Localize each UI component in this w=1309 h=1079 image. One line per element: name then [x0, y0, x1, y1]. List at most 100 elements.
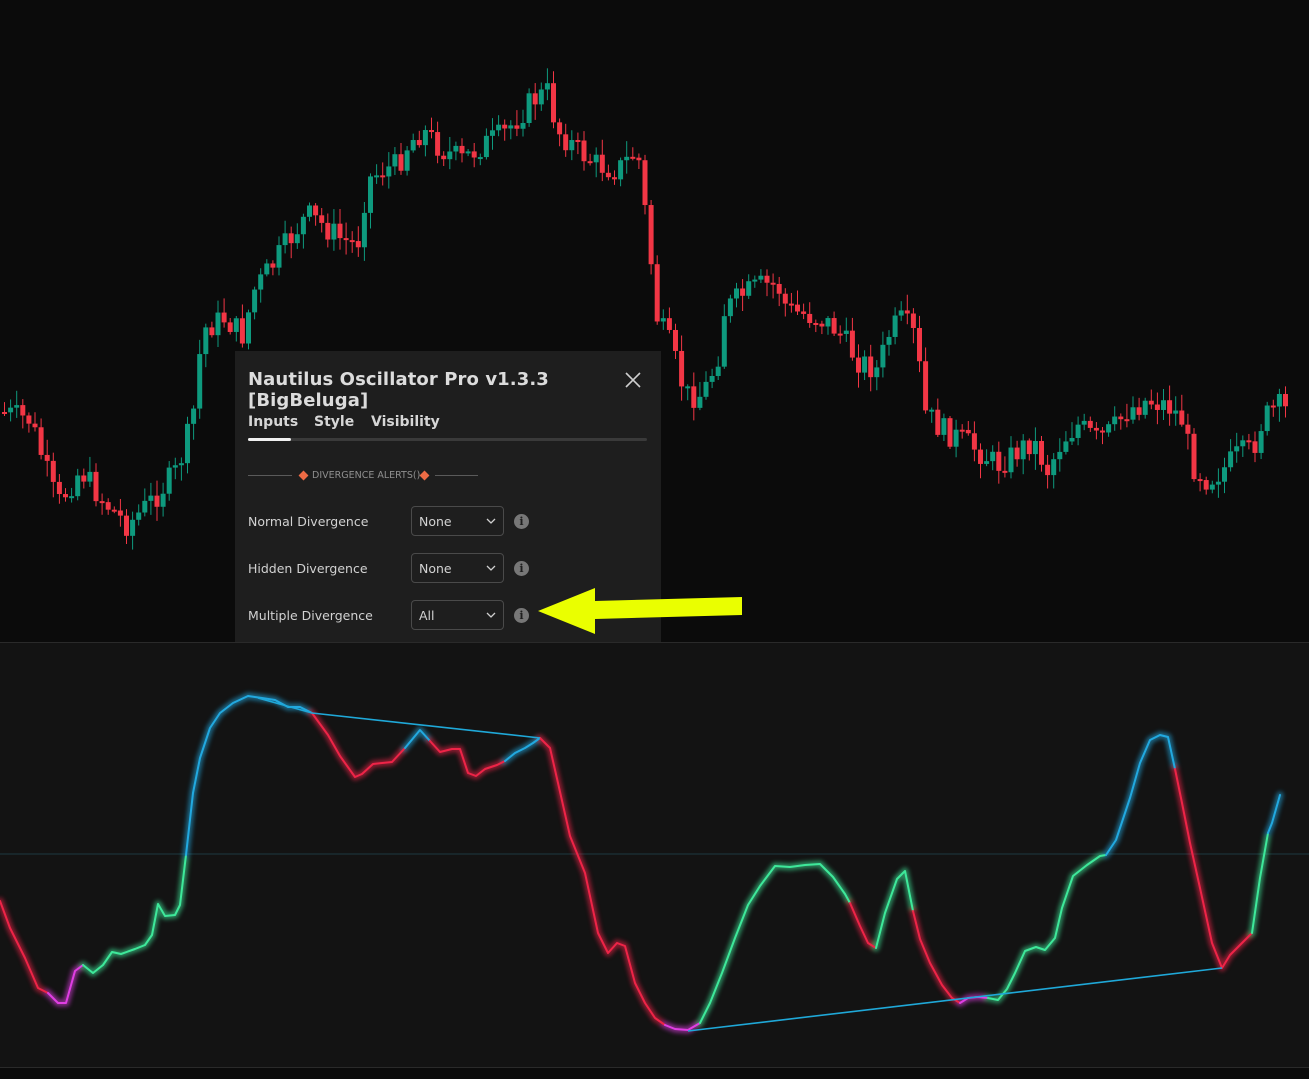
- info-icon[interactable]: i: [514, 514, 529, 529]
- candle: [136, 504, 142, 526]
- candle-body: [703, 381, 709, 397]
- candle: [32, 412, 38, 432]
- candle: [270, 260, 276, 276]
- tab-inputs[interactable]: Inputs: [248, 414, 298, 430]
- candle: [679, 335, 685, 401]
- candle-body: [1130, 407, 1136, 420]
- candle: [813, 319, 819, 333]
- candle-body: [502, 124, 508, 129]
- oscillator-glow-segment: [696, 860, 854, 1027]
- candle-body: [1258, 431, 1264, 453]
- oscillator-segment: [504, 737, 541, 762]
- candle: [117, 498, 123, 527]
- candle: [862, 350, 868, 381]
- candle: [1154, 392, 1160, 425]
- candle: [1179, 394, 1185, 427]
- candle: [910, 308, 916, 344]
- candle-body: [56, 481, 62, 495]
- candle: [636, 153, 642, 169]
- candle-body: [130, 519, 136, 536]
- candle: [477, 153, 483, 166]
- candle-body: [605, 172, 611, 178]
- candle-body: [349, 240, 355, 243]
- candle-body: [44, 454, 50, 461]
- candle-body: [868, 356, 874, 378]
- candle: [313, 203, 319, 226]
- candle: [172, 457, 178, 480]
- candle-body: [1154, 404, 1160, 410]
- candle-body: [630, 156, 636, 159]
- candle: [831, 311, 837, 336]
- candle-body: [276, 245, 282, 268]
- candle: [1173, 396, 1179, 426]
- candle: [1209, 480, 1215, 494]
- tab-style[interactable]: Style: [314, 414, 354, 430]
- candle-body: [477, 157, 483, 160]
- candle: [307, 202, 312, 222]
- candle: [1106, 421, 1112, 437]
- candle-body: [514, 125, 520, 129]
- candle: [1136, 397, 1142, 421]
- close-button[interactable]: [623, 370, 643, 390]
- candle: [300, 213, 306, 249]
- candle: [1191, 428, 1197, 482]
- candle-body: [307, 205, 312, 217]
- candle-body: [160, 493, 166, 507]
- candle-body: [557, 122, 563, 135]
- candle: [490, 118, 495, 150]
- candle: [227, 318, 233, 335]
- candle-body: [788, 303, 794, 306]
- candle-body: [990, 451, 996, 462]
- candle: [538, 82, 544, 111]
- tab-visibility[interactable]: Visibility: [371, 414, 440, 430]
- candle: [398, 142, 404, 175]
- candle: [709, 368, 715, 389]
- oscillator-glow-segment: [984, 851, 1110, 1004]
- candle: [984, 449, 990, 467]
- candle: [758, 269, 764, 284]
- candle: [947, 415, 953, 450]
- multiple-divergence-select[interactable]: All: [411, 600, 504, 630]
- candle: [20, 399, 26, 429]
- candle: [1161, 389, 1166, 421]
- candle-body: [1197, 479, 1203, 482]
- candle: [355, 226, 361, 257]
- candle-body: [197, 354, 203, 409]
- candle: [343, 222, 349, 255]
- candle: [1118, 413, 1124, 430]
- candle: [544, 68, 550, 101]
- section-header: DIVERGENCE ALERTS(): [248, 469, 480, 483]
- candle-body: [252, 289, 258, 313]
- candle: [276, 236, 282, 276]
- candle-body: [1069, 437, 1075, 442]
- candle-body: [142, 500, 148, 513]
- candle-body: [32, 423, 38, 428]
- candle: [557, 118, 563, 147]
- candle-body: [8, 407, 14, 413]
- info-icon[interactable]: i: [514, 608, 529, 623]
- oscillator-pane[interactable]: [0, 643, 1309, 1067]
- candle-body: [1039, 440, 1044, 465]
- candle-body: [843, 330, 849, 334]
- candle-body: [1063, 441, 1069, 452]
- candle-body: [483, 135, 489, 158]
- info-icon[interactable]: i: [514, 561, 529, 576]
- candle: [459, 138, 465, 163]
- candle-body: [770, 282, 776, 285]
- candle-body: [1203, 480, 1209, 490]
- candle: [935, 398, 941, 437]
- oscillator-glow-segment: [0, 897, 52, 997]
- diamond-icon: [419, 470, 430, 481]
- hidden-divergence-select[interactable]: None: [411, 553, 504, 583]
- candle: [185, 416, 190, 474]
- arrow-left-icon: [538, 588, 742, 634]
- normal-divergence-select[interactable]: None: [411, 506, 504, 536]
- candle-body: [984, 461, 990, 464]
- candle-body: [1228, 451, 1234, 468]
- candle: [288, 226, 294, 259]
- candle-body: [20, 405, 26, 416]
- candle-body: [734, 288, 739, 299]
- candle-body: [953, 429, 959, 447]
- candle-body: [636, 157, 642, 161]
- candle: [1032, 427, 1038, 470]
